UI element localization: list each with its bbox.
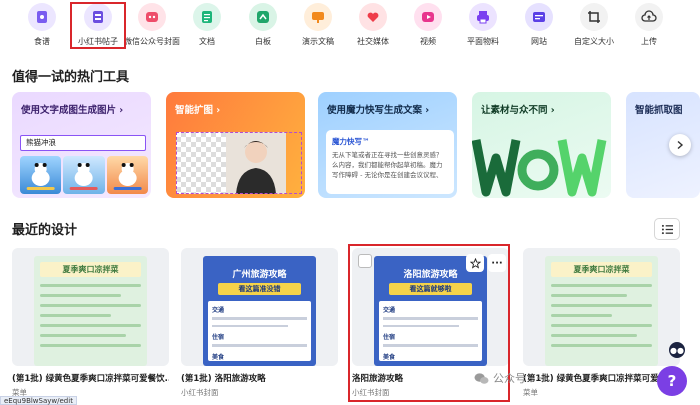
menu-preview: 夏季爽口凉拌菜 xyxy=(34,256,147,366)
watermark: 公众号 · 一 xyxy=(474,370,548,386)
hot-tools-title: 值得一试的热门工具 xyxy=(12,70,130,85)
panda-surf-image xyxy=(106,156,148,194)
design-title[interactable]: (第1批) 洛阳旅游攻略 xyxy=(181,372,338,384)
watermark-text: 公众号 · 一 xyxy=(493,372,548,385)
selected-category-highlight xyxy=(70,2,126,49)
tool-title: 使用文字成图生成图片 › xyxy=(21,105,124,116)
list-icon xyxy=(661,224,673,234)
status-url: eEqu9BlwSayw/edit xyxy=(0,396,77,405)
magic-write-heading: 魔力快写™ xyxy=(332,137,370,146)
tool-title: 使用魔力快写生成文案 › xyxy=(327,105,430,116)
category-label: 上传 xyxy=(641,37,657,46)
panda-surf-image xyxy=(20,156,62,194)
design-type: 小红书封面 xyxy=(181,388,219,397)
tool-text-to-image[interactable]: 使用文字成图生成图片 › 熊猫冲浪 xyxy=(12,92,151,198)
design-title[interactable]: (第1批) 绿黄色夏季爽口凉拌菜可爱餐饮... xyxy=(12,372,169,384)
category-label: 食谱 xyxy=(34,37,50,46)
upload-cloud-icon xyxy=(635,3,663,31)
design-thumbnail[interactable]: 夏季爽口凉拌菜 xyxy=(523,248,680,366)
recent-designs-title: 最近的设计 xyxy=(12,223,78,238)
design-thumbnail[interactable]: 夏季爽口凉拌菜 xyxy=(12,248,169,366)
design-card[interactable]: 广州旅游攻略 看这篇准没错 交通 住宿 美食 (第1批) 洛阳旅游攻略 小红书封… xyxy=(181,248,338,398)
sample-images xyxy=(20,156,148,194)
category-label: 文档 xyxy=(199,37,215,46)
category-upload[interactable]: 上传 xyxy=(617,0,681,52)
wow-graphic xyxy=(472,139,607,197)
tool-title: 智能扩图 › xyxy=(175,105,221,116)
thumb-section: 美食 xyxy=(212,353,225,361)
category-label: 平面物料 xyxy=(467,37,499,46)
category-print[interactable]: 平面物料 xyxy=(451,0,515,52)
whiteboard-icon xyxy=(249,3,277,31)
magic-write-preview: 魔力快写™ 无从下笔或者正在寻找一些创意灵感？么内容，我们都能帮你起草初稿。魔力… xyxy=(326,130,454,194)
chat-button[interactable]: ●● xyxy=(669,342,685,358)
magic-write-text: 无从下笔或者正在寻找一些创意灵感？么内容，我们都能帮你起草初稿。魔力写作障碍 -… xyxy=(332,151,443,179)
chevron-right-icon xyxy=(677,140,684,150)
category-document[interactable]: 文档 xyxy=(175,0,239,52)
thumb-subtitle: 看这篇准没错 xyxy=(218,283,301,295)
tool-smart-expand[interactable]: 智能扩图 › xyxy=(166,92,305,198)
category-recipe[interactable]: 食谱 xyxy=(10,0,74,52)
help-button[interactable]: ? xyxy=(657,366,687,396)
carousel-next-button[interactable] xyxy=(669,134,691,156)
website-icon xyxy=(525,3,553,31)
prompt-input[interactable]: 熊猫冲浪 xyxy=(20,135,146,151)
thumb-title: 夏季爽口凉拌菜 xyxy=(551,262,652,277)
video-icon xyxy=(414,3,442,31)
crop-icon xyxy=(580,3,608,31)
design-thumbnail[interactable]: 广州旅游攻略 看这篇准没错 交通 住宿 美食 xyxy=(181,248,338,366)
wechat-cover-icon xyxy=(138,3,166,31)
tool-title: 让素材与众不同 › xyxy=(481,105,555,116)
tool-title: 智能抓取图 xyxy=(635,105,683,116)
tool-magic-write[interactable]: 使用魔力快写生成文案 › 魔力快写™ 无从下笔或者正在寻找一些创意灵感？么内容，… xyxy=(318,92,457,198)
recipe-icon xyxy=(28,3,56,31)
hot-tools-carousel: 使用文字成图生成图片 › 熊猫冲浪 智能扩图 › 使用魔力快写生成文案 › 魔力… xyxy=(0,92,700,198)
expand-frame xyxy=(176,132,302,194)
document-icon xyxy=(193,3,221,31)
help-label: ? xyxy=(667,372,677,390)
tool-unique-assets[interactable]: 让素材与众不同 › xyxy=(472,92,611,198)
presentation-icon xyxy=(304,3,332,31)
thumb-title: 夏季爽口凉拌菜 xyxy=(40,262,141,277)
wechat-icon xyxy=(474,372,489,384)
design-type: 菜单 xyxy=(523,388,538,397)
list-view-toggle[interactable] xyxy=(654,218,680,240)
category-row: 食谱 小红书帖子 微信公众号封面 文档 白板 演示文稿 社交媒体 视频 平面物料… xyxy=(0,0,700,52)
thumb-title: 广州旅游攻略 xyxy=(232,270,287,280)
thumb-section: 住宿 xyxy=(212,334,225,341)
heart-icon xyxy=(359,3,387,31)
thumb-section: 交通 xyxy=(212,307,225,314)
chat-icon: ●● xyxy=(670,345,684,355)
panda-surf-image xyxy=(63,156,105,194)
menu-preview: 夏季爽口凉拌菜 xyxy=(545,256,658,366)
design-card[interactable]: 夏季爽口凉拌菜 (第1批) 绿黄色夏季爽口凉拌菜可爱餐饮... 菜单 xyxy=(12,248,169,398)
travel-guide-preview: 广州旅游攻略 看这篇准没错 交通 住宿 美食 xyxy=(203,256,316,366)
print-icon xyxy=(469,3,497,31)
